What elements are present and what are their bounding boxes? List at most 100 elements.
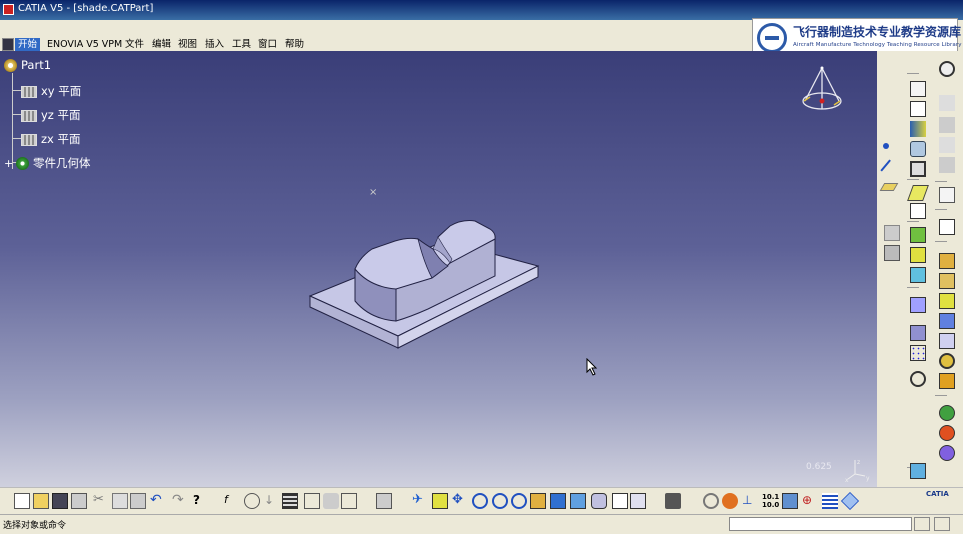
light-icon[interactable] <box>722 493 738 509</box>
hide-show-icon[interactable] <box>612 493 628 509</box>
print-icon[interactable] <box>71 493 87 509</box>
fit-all-icon[interactable] <box>432 493 448 509</box>
plane-icon[interactable] <box>879 183 899 191</box>
axis-system-icon[interactable] <box>910 121 926 137</box>
remove-face-icon[interactable] <box>939 313 955 329</box>
paste-icon[interactable] <box>130 493 146 509</box>
database-icon[interactable] <box>782 493 798 509</box>
gear-icon[interactable] <box>939 61 955 77</box>
zoom-in-icon[interactable] <box>492 493 508 509</box>
slot-icon[interactable] <box>910 247 926 263</box>
part-3d-model[interactable] <box>300 201 550 366</box>
material-icon[interactable] <box>910 463 926 479</box>
hole-icon[interactable] <box>910 203 926 219</box>
pan-icon[interactable]: ✥ <box>452 493 468 509</box>
list-icon[interactable] <box>822 493 838 509</box>
view-icon[interactable] <box>884 245 900 261</box>
multi-view-icon[interactable] <box>550 493 566 509</box>
select-arrow-icon[interactable] <box>939 187 955 203</box>
transform-icon[interactable] <box>939 373 955 389</box>
diamond-icon[interactable] <box>840 491 860 511</box>
box-solid-icon[interactable] <box>939 253 955 269</box>
menu-start[interactable]: 开始 <box>15 38 41 52</box>
copy-icon[interactable] <box>884 225 900 241</box>
undo-icon[interactable]: ↶ <box>150 493 166 509</box>
compass-widget[interactable] <box>800 65 844 117</box>
iso-view-icon[interactable] <box>570 493 586 509</box>
menu-tools[interactable]: 工具 <box>229 38 254 52</box>
swap-space-icon[interactable] <box>630 493 646 509</box>
body-gear-icon <box>16 157 29 170</box>
reaction-icon[interactable]: ↓ <box>264 493 280 509</box>
new-file-icon[interactable] <box>14 493 30 509</box>
boolean-icon[interactable] <box>939 353 955 369</box>
sketch-icon[interactable] <box>910 81 926 97</box>
pad-icon[interactable] <box>910 161 926 177</box>
menu-window[interactable]: 窗口 <box>255 38 280 52</box>
analysis-draft-icon[interactable] <box>939 405 955 421</box>
normal-view-icon[interactable] <box>530 493 546 509</box>
instantiate-icon[interactable] <box>341 493 357 509</box>
3d-viewport[interactable]: Part1 xy 平面 yz 平面 zx 平面 + 零件几何体 × 0.625 … <box>0 51 877 487</box>
tree-node-part1[interactable]: Part1 <box>4 58 51 72</box>
redo-icon[interactable]: ↷ <box>172 493 188 509</box>
open-folder-icon[interactable] <box>33 493 49 509</box>
rotate-icon[interactable] <box>472 493 488 509</box>
thread-icon[interactable] <box>939 293 955 309</box>
menu-file[interactable]: 文件 <box>122 38 147 52</box>
stiffener-icon[interactable] <box>910 267 926 283</box>
thickness-icon[interactable] <box>939 273 955 289</box>
chamfer-icon[interactable] <box>939 117 955 133</box>
split-icon[interactable] <box>910 325 926 341</box>
menu-view[interactable]: 视图 <box>175 38 200 52</box>
tree-node-body[interactable]: + 零件几何体 <box>4 155 91 171</box>
constraint-icon[interactable]: ⊕ <box>802 493 818 509</box>
point-icon[interactable] <box>883 143 889 149</box>
tree-node-yz-plane[interactable]: yz 平面 <box>21 107 81 123</box>
command-input[interactable] <box>729 517 912 531</box>
menu-edit[interactable]: 编辑 <box>149 38 174 52</box>
tree-node-xy-plane[interactable]: xy 平面 <box>21 83 81 99</box>
replace-face-icon[interactable] <box>939 333 955 349</box>
command-close-button[interactable] <box>934 517 950 531</box>
zoom-out-icon[interactable] <box>511 493 527 509</box>
analysis-curvature-icon[interactable] <box>939 425 955 441</box>
cut-icon[interactable]: ✂ <box>93 493 109 509</box>
save-icon[interactable] <box>52 493 68 509</box>
shell-icon[interactable] <box>939 157 955 173</box>
line-icon[interactable] <box>880 159 902 181</box>
fillet-icon[interactable] <box>939 95 955 111</box>
shading-icon[interactable] <box>591 493 607 509</box>
copy-icon[interactable] <box>112 493 128 509</box>
sketcher-icon[interactable] <box>939 219 955 235</box>
table-icon[interactable] <box>282 493 298 509</box>
spiral-icon[interactable] <box>703 493 719 509</box>
positioned-sketch-icon[interactable] <box>910 101 926 117</box>
menu-app-icon[interactable] <box>2 38 14 51</box>
multi-section-icon[interactable] <box>910 297 926 313</box>
expand-plus-icon[interactable]: + <box>4 157 13 170</box>
svg-text:z: z <box>857 459 860 466</box>
scale-icon[interactable]: 10.1 10.0 <box>762 493 779 509</box>
analysis-thread-icon[interactable] <box>939 445 955 461</box>
camera-icon[interactable] <box>665 493 681 509</box>
update-icon[interactable] <box>376 493 392 509</box>
help-icon[interactable]: ? <box>193 493 209 509</box>
shaft-icon[interactable] <box>907 185 929 201</box>
tree-node-zx-plane[interactable]: zx 平面 <box>21 131 81 147</box>
draft-icon[interactable] <box>939 137 955 153</box>
knowledge-icon[interactable] <box>244 493 260 509</box>
pattern-icon[interactable] <box>910 345 926 361</box>
command-history-button[interactable] <box>914 517 930 531</box>
dimension-icon[interactable]: ⊥ <box>742 493 758 509</box>
menu-insert[interactable]: 插入 <box>202 38 227 52</box>
measure-icon[interactable] <box>910 371 926 387</box>
menu-enovia[interactable]: ENOVIA V5 VPM <box>44 38 125 52</box>
cylinder-icon[interactable] <box>910 141 926 157</box>
menu-help[interactable]: 帮助 <box>282 38 307 52</box>
fly-mode-icon[interactable]: ✈ <box>412 493 428 509</box>
formula-icon[interactable]: f <box>224 493 240 509</box>
scan-icon[interactable] <box>323 493 339 509</box>
catalog-icon[interactable] <box>304 493 320 509</box>
rib-icon[interactable] <box>910 227 926 243</box>
